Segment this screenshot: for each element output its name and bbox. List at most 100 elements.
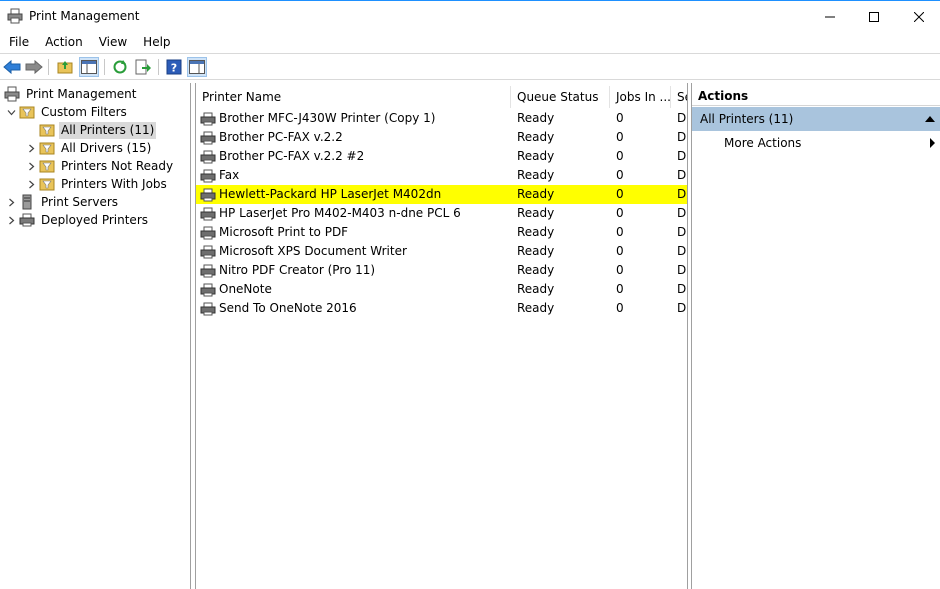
back-button[interactable] (2, 57, 22, 77)
chevron-right-icon[interactable] (6, 211, 16, 229)
menu-view[interactable]: View (93, 32, 133, 52)
chevron-down-icon[interactable] (6, 103, 16, 121)
filter-icon (39, 122, 55, 138)
printer-icon (200, 263, 216, 279)
menu-help[interactable]: Help (137, 32, 176, 52)
column-header-server-name[interactable]: Se (671, 86, 687, 108)
tree-item-print-servers[interactable]: Print Servers (6, 193, 120, 211)
server-name-cell: Dl (677, 187, 687, 201)
help-button[interactable]: ? (164, 57, 184, 77)
forward-button[interactable] (24, 57, 44, 77)
refresh-button[interactable] (110, 57, 130, 77)
chevron-right-icon[interactable] (26, 157, 36, 175)
table-row[interactable]: Microsoft XPS Document Writer Ready 0 Dl (196, 242, 687, 261)
printer-name-cell: Microsoft XPS Document Writer (200, 242, 510, 261)
printer-icon (200, 206, 216, 222)
queue-status-cell: Ready (517, 111, 555, 125)
actions-section-all-printers[interactable]: All Printers (11) (692, 107, 940, 131)
table-row[interactable]: OneNote Ready 0 Dl (196, 280, 687, 299)
tree-item-label: All Printers (11) (59, 121, 157, 139)
jobs-in-queue-cell: 0 (616, 111, 624, 125)
tree-item-printers-with-jobs[interactable]: Printers With Jobs (26, 175, 169, 193)
table-row[interactable]: Fax Ready 0 Dl (196, 166, 687, 185)
queue-status-cell: Ready (517, 263, 555, 277)
more-actions-item[interactable]: More Actions (692, 133, 940, 153)
server-name-cell: Dl (677, 168, 687, 182)
tree-item-label: Print Management (26, 86, 137, 101)
queue-status-cell: Ready (517, 244, 555, 258)
printer-name-cell: OneNote (200, 280, 510, 299)
table-row[interactable]: Hewlett-Packard HP LaserJet M402dn Ready 0… (196, 185, 687, 204)
server-name-cell: Dl (677, 130, 687, 144)
printer-icon (200, 187, 216, 203)
chevron-right-icon[interactable] (26, 175, 36, 193)
show-hide-tree-button[interactable] (79, 57, 99, 77)
chevron-right-icon[interactable] (6, 193, 16, 211)
help-icon: ? (166, 59, 182, 75)
printer-name: OneNote (219, 282, 272, 296)
printer-name: Send To OneNote 2016 (219, 301, 357, 315)
tree-item-deployed-printers[interactable]: Deployed Printers (6, 211, 150, 229)
printer-icon (200, 244, 216, 260)
table-row[interactable]: Brother MFC-J430W Printer (Copy 1) Ready 0… (196, 109, 687, 128)
export-list-button[interactable] (133, 57, 153, 77)
window-title: Print Management (29, 9, 140, 23)
printer-name-cell: Microsoft Print to PDF (200, 223, 510, 242)
back-arrow-icon (3, 59, 21, 75)
chevron-right-icon[interactable] (26, 139, 36, 157)
printer-icon (200, 301, 216, 317)
queue-status-cell: Ready (517, 168, 555, 182)
jobs-in-queue-cell: 0 (616, 282, 624, 296)
maximize-button[interactable] (851, 1, 897, 32)
column-header-queue-status[interactable]: Queue Status (511, 86, 610, 108)
tree-item-printers-not-ready[interactable]: Printers Not Ready (26, 157, 175, 175)
actions-section-label: All Printers (11) (700, 112, 794, 126)
server-name-cell: Dl (677, 263, 687, 277)
printer-name: Nitro PDF Creator (Pro 11) (219, 263, 376, 277)
printer-icon (200, 130, 216, 146)
printer-list: Printer Name Queue Status Jobs In ... Se… (195, 83, 688, 589)
show-hide-action-pane-button[interactable] (187, 57, 207, 77)
close-button[interactable] (896, 1, 940, 32)
menu-action[interactable]: Action (39, 32, 89, 52)
collapse-triangle-icon[interactable] (925, 116, 935, 122)
tree-item-all-drivers[interactable]: All Drivers (15) (26, 139, 153, 157)
jobs-in-queue-cell: 0 (616, 206, 624, 220)
table-row[interactable]: Brother PC-FAX v.2.2 #2 Ready 0 Dl (196, 147, 687, 166)
printer-name-cell: Brother PC-FAX v.2.2 (200, 128, 510, 147)
table-row[interactable]: Brother PC-FAX v.2.2 Ready 0 Dl (196, 128, 687, 147)
print-management-icon (7, 8, 23, 24)
printer-name-cell: Hewlett-Packard HP LaserJet M402dn (200, 185, 510, 204)
printer-name: Microsoft Print to PDF (219, 225, 349, 239)
minimize-button[interactable] (807, 1, 853, 32)
table-row[interactable]: Microsoft Print to PDF Ready 0 Dl (196, 223, 687, 242)
menu-file[interactable]: File (3, 32, 35, 52)
tree-item-print-management[interactable]: Print Management (4, 85, 138, 103)
tree-item-label: Print Servers (41, 194, 119, 209)
print-management-icon (4, 86, 20, 102)
printer-name: Brother MFC-J430W Printer (Copy 1) (219, 111, 436, 125)
server-icon (19, 194, 35, 210)
printer-name: HP LaserJet Pro M402-M403 n-dne PCL 6 (219, 206, 461, 220)
queue-status-cell: Ready (517, 225, 555, 239)
column-header-printer-name[interactable]: Printer Name (196, 86, 511, 108)
tree-item-all-printers[interactable]: All Printers (11) (39, 121, 157, 139)
column-header-jobs-in-queue[interactable]: Jobs In ... (610, 86, 671, 108)
table-row[interactable]: Nitro PDF Creator (Pro 11) Ready 0 Dl (196, 261, 687, 280)
printer-icon (19, 212, 35, 228)
table-row[interactable]: HP LaserJet Pro M402-M403 n-dne PCL 6 Rea… (196, 204, 687, 223)
filter-folder-icon (19, 104, 35, 120)
actions-pane: Actions All Printers (11) More Actions (691, 83, 940, 589)
table-row[interactable]: Send To OneNote 2016 Ready 0 Dl (196, 299, 687, 318)
server-name-cell: Dl (677, 282, 687, 296)
printer-icon (200, 168, 216, 184)
list-header: Printer Name Queue Status Jobs In ... Se (196, 86, 687, 108)
queue-status-cell: Ready (517, 187, 555, 201)
tree-item-custom-filters[interactable]: Custom Filters (6, 103, 129, 121)
toolbar-separator (104, 59, 105, 75)
server-name-cell: Dl (677, 111, 687, 125)
printer-name-cell: Nitro PDF Creator (Pro 11) (200, 261, 510, 280)
tree-item-label: Printers Not Ready (61, 158, 174, 173)
up-level-button[interactable] (55, 57, 75, 77)
jobs-in-queue-cell: 0 (616, 130, 624, 144)
